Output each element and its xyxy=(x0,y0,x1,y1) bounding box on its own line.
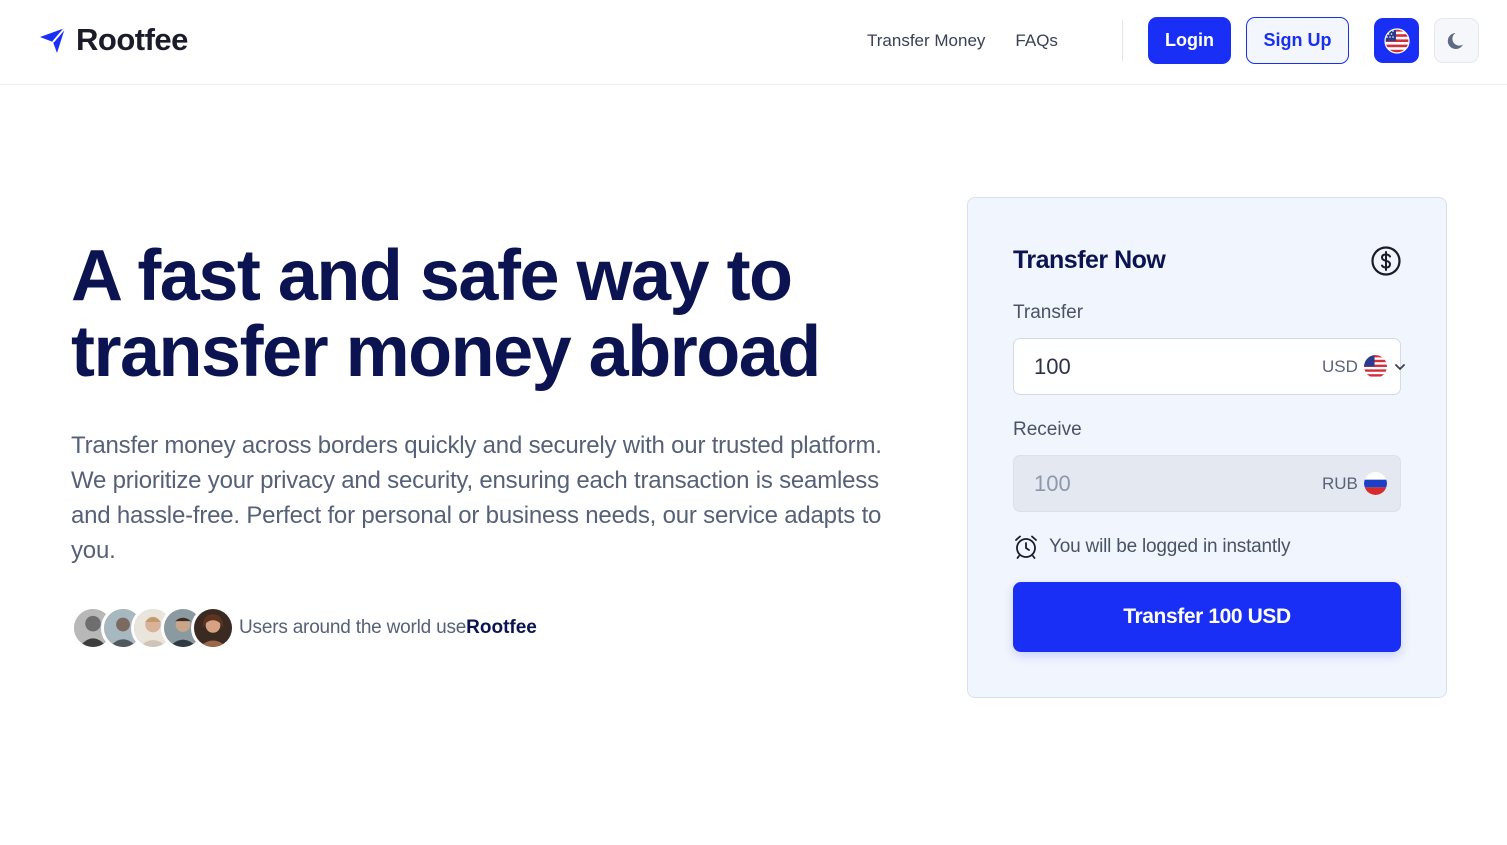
transfer-currency-select[interactable]: USD xyxy=(1322,355,1407,378)
brand-name: Rootfee xyxy=(76,22,188,57)
transfer-field: USD xyxy=(1013,338,1405,395)
receive-field: RUB xyxy=(1013,455,1401,512)
nav-item-faqs[interactable]: FAQs xyxy=(1015,29,1058,53)
language-button[interactable] xyxy=(1374,18,1419,63)
transfer-button[interactable]: Transfer 100 USD xyxy=(1013,582,1401,652)
moon-icon xyxy=(1447,32,1463,49)
transfer-currency-code: USD xyxy=(1322,356,1358,376)
main-nav: Transfer Money FAQs xyxy=(867,29,1058,53)
transfer-amount-input[interactable] xyxy=(1034,353,1322,380)
receive-label: Receive xyxy=(1013,419,1082,440)
social-proof: Users around the world use Rootfee xyxy=(71,606,537,650)
site-header: Rootfee Transfer Money FAQs Login Sign U… xyxy=(0,0,1507,85)
dollar-circle-icon xyxy=(1371,246,1401,276)
login-note: You will be logged in instantly xyxy=(1013,534,1291,560)
login-note-text: You will be logged in instantly xyxy=(1049,536,1291,557)
us-flag-icon xyxy=(1363,355,1387,378)
hero-description: Transfer money across borders quickly an… xyxy=(71,432,882,564)
card-title: Transfer Now xyxy=(1013,246,1166,274)
brand-logo[interactable]: Rootfee xyxy=(38,22,188,58)
us-flag-icon xyxy=(1383,27,1410,54)
receive-amount-input xyxy=(1034,470,1322,497)
chevron-down-icon xyxy=(1395,363,1405,370)
transfer-label: Transfer xyxy=(1013,302,1084,323)
transfer-card: Transfer Now Transfer USD xyxy=(967,197,1447,698)
theme-toggle-button[interactable] xyxy=(1434,18,1479,63)
social-proof-brand: Rootfee xyxy=(466,617,537,638)
signup-button[interactable]: Sign Up xyxy=(1246,17,1349,64)
ru-flag-icon xyxy=(1363,472,1387,495)
receive-currency-code: RUB xyxy=(1322,473,1358,493)
alarm-clock-icon xyxy=(1015,535,1037,559)
avatar xyxy=(191,606,235,650)
hero-title: A fast and safe way to transfer money ab… xyxy=(71,236,821,392)
paper-plane-icon xyxy=(40,27,66,53)
avatar-group xyxy=(71,606,239,650)
nav-divider xyxy=(1122,20,1123,62)
login-button[interactable]: Login xyxy=(1148,17,1231,64)
social-proof-text: Users around the world use xyxy=(239,617,467,638)
nav-item-transfer-money[interactable]: Transfer Money xyxy=(867,29,985,53)
receive-currency: RUB xyxy=(1322,472,1387,495)
